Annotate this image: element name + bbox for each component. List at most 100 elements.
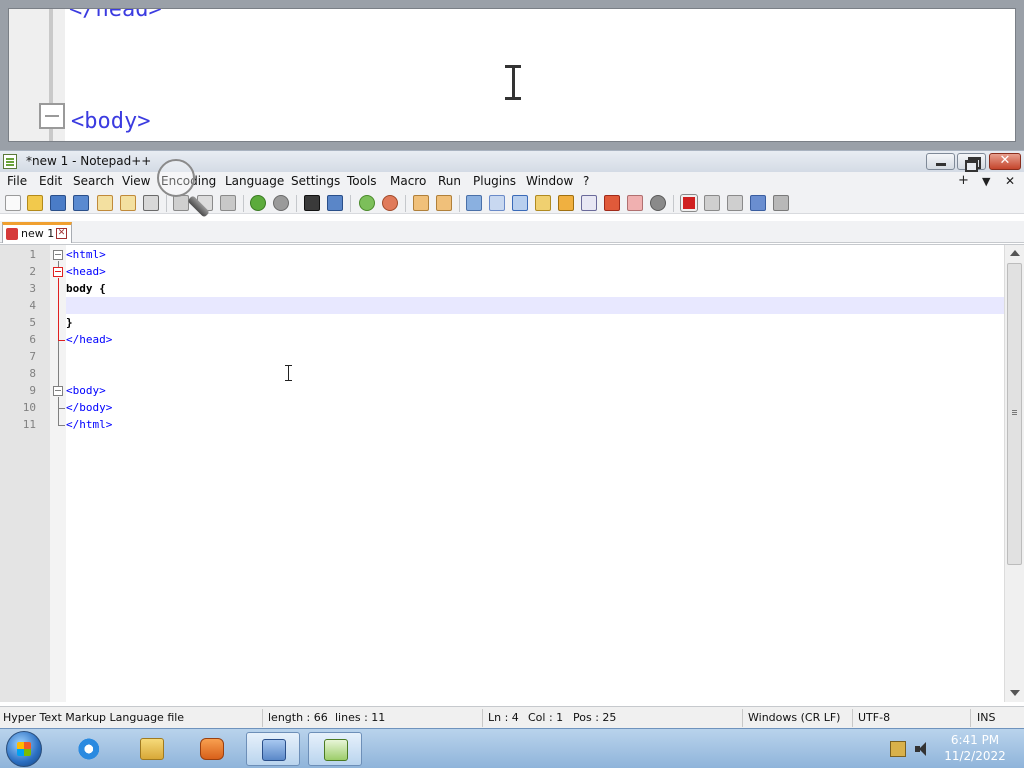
fold-line <box>58 341 59 386</box>
monitoring-icon[interactable] <box>627 195 643 211</box>
menu-edit[interactable]: Edit <box>39 174 62 188</box>
function-list-icon[interactable] <box>558 195 574 211</box>
folder-workspace-icon[interactable] <box>604 195 620 211</box>
new-file-icon[interactable] <box>5 195 21 211</box>
fold-end-html <box>58 425 65 426</box>
status-lines: lines : 11 <box>335 711 386 724</box>
menu-plugins[interactable]: Plugins <box>473 174 516 188</box>
fold-line-active <box>58 278 59 341</box>
zoom-out-icon[interactable] <box>382 195 398 211</box>
status-eol[interactable]: Windows (CR LF) <box>748 711 840 724</box>
clock-date[interactable]: 11/2/2022 <box>940 749 1010 763</box>
zoom-in-icon[interactable] <box>359 195 375 211</box>
doc-list-icon[interactable] <box>581 195 597 211</box>
taskbar-media-player[interactable] <box>185 732 239 766</box>
toolbar-separator <box>405 195 406 212</box>
line-number: 6 <box>29 333 36 346</box>
fold-toggle-body[interactable] <box>53 386 63 396</box>
plugin-icon[interactable] <box>650 195 666 211</box>
show-all-chars-icon[interactable] <box>489 195 505 211</box>
magnifier-view: </head> <body> <box>0 0 1024 150</box>
record-macro-icon[interactable] <box>681 195 697 211</box>
line-number: 1 <box>29 248 36 261</box>
taskbar-notepad-plus-plus[interactable] <box>308 732 362 766</box>
magnifier-app-icon <box>262 739 286 761</box>
run-macro-multiple-icon[interactable] <box>750 195 766 211</box>
scroll-down-arrow-icon[interactable] <box>1010 690 1020 696</box>
toolbar-separator <box>459 195 460 212</box>
save-macro-icon[interactable] <box>773 195 789 211</box>
folder-icon <box>140 738 164 760</box>
menu-window[interactable]: Window <box>526 174 573 188</box>
taskbar-magnifier[interactable] <box>246 732 300 766</box>
magnified-body-tag: <body> <box>71 109 151 134</box>
taskbar-internet-explorer[interactable] <box>63 732 117 766</box>
cut-icon[interactable] <box>173 195 189 211</box>
taskbar-file-explorer[interactable] <box>125 732 179 766</box>
status-length: length : 66 <box>268 711 328 724</box>
vertical-scrollbar[interactable] <box>1004 245 1024 702</box>
print-icon[interactable] <box>143 195 159 211</box>
line-number: 8 <box>29 367 36 380</box>
menu-settings[interactable]: Settings <box>291 174 340 188</box>
start-button[interactable] <box>6 731 42 767</box>
restore-button[interactable] <box>957 153 986 172</box>
paste-icon[interactable] <box>220 195 236 211</box>
notepad-plus-plus-app-icon[interactable] <box>3 154 17 169</box>
new-tab-plus-icon[interactable]: + <box>958 173 969 188</box>
menu-view[interactable]: View <box>122 174 150 188</box>
magnified-head-tag: </head> <box>69 8 162 22</box>
tab-close-icon[interactable]: ✕ <box>56 228 67 239</box>
find-icon[interactable] <box>304 195 320 211</box>
scrollbar-thumb[interactable] <box>1007 263 1022 565</box>
sync-vertical-icon[interactable] <box>413 195 429 211</box>
clock-time[interactable]: 6:41 PM <box>940 733 1010 747</box>
menu-help[interactable]: ? <box>583 174 589 188</box>
play-macro-icon[interactable] <box>727 195 743 211</box>
status-bar: Hyper Text Markup Language file length :… <box>0 706 1024 728</box>
close-document-icon[interactable]: ✕ <box>1005 174 1015 188</box>
open-file-icon[interactable] <box>27 195 43 211</box>
replace-icon[interactable] <box>327 195 343 211</box>
tab-list-dropdown-icon[interactable]: ▼ <box>982 175 990 188</box>
indent-guide-icon[interactable] <box>512 195 528 211</box>
line-number: 5 <box>29 316 36 329</box>
title-bar: *new 1 - Notepad++ ✕ <box>0 150 1024 172</box>
menu-tools[interactable]: Tools <box>347 174 377 188</box>
close-icon[interactable] <box>97 195 113 211</box>
fold-toggle-head[interactable] <box>53 267 63 277</box>
sync-horizontal-icon[interactable] <box>436 195 452 211</box>
redo-icon[interactable] <box>273 195 289 211</box>
menu-macro[interactable]: Macro <box>390 174 426 188</box>
media-player-icon <box>200 738 224 760</box>
menu-language[interactable]: Language <box>225 174 284 188</box>
tab-new-1[interactable]: new 1 ✕ <box>2 222 72 243</box>
scroll-up-arrow-icon[interactable] <box>1010 250 1020 256</box>
save-icon[interactable] <box>50 195 66 211</box>
close-all-icon[interactable] <box>120 195 136 211</box>
minimize-button[interactable] <box>926 153 955 170</box>
toolbar-separator <box>296 195 297 212</box>
code-line: </head> <box>66 333 113 346</box>
stop-macro-icon[interactable] <box>704 195 720 211</box>
close-icon: ✕ <box>999 153 1011 168</box>
magnified-text-cursor-icon <box>503 65 523 101</box>
action-center-flag-icon[interactable] <box>890 741 906 757</box>
menu-search[interactable]: Search <box>73 174 114 188</box>
code-line: } <box>66 316 73 329</box>
status-encoding[interactable]: UTF-8 <box>858 711 890 724</box>
word-wrap-icon[interactable] <box>466 195 482 211</box>
fold-toggle-html[interactable] <box>53 250 63 260</box>
editor-area[interactable]: 1 2 3 4 5 6 7 8 9 10 11 <html> <head> bo… <box>0 244 1024 702</box>
volume-icon[interactable] <box>914 741 930 757</box>
menu-file[interactable]: File <box>7 174 27 188</box>
close-window-button[interactable]: ✕ <box>989 153 1021 170</box>
menu-run[interactable]: Run <box>438 174 461 188</box>
status-divider <box>970 709 971 727</box>
internet-explorer-icon <box>78 738 102 760</box>
doc-map-icon[interactable] <box>535 195 551 211</box>
undo-icon[interactable] <box>250 195 266 211</box>
magnifier-lens-icon <box>157 159 195 197</box>
save-all-icon[interactable] <box>73 195 89 211</box>
status-insert-mode[interactable]: INS <box>977 711 995 724</box>
